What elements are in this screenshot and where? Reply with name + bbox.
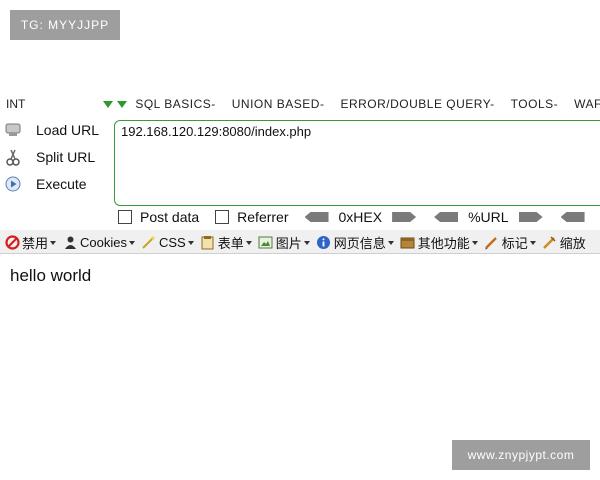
post-data-label: Post data (140, 209, 200, 225)
hackbar-options-row: Post data Referrer 0xHEX %URL (118, 206, 600, 228)
next-decode-arrow-icon[interactable] (560, 212, 585, 222)
split-url-icon (4, 148, 22, 166)
menu-int-label[interactable]: INT (6, 97, 25, 110)
green-arrows-icon[interactable] (103, 100, 128, 108)
toolbar-resize-label: 缩放 (559, 236, 586, 251)
referrer-label: Referrer (237, 209, 289, 225)
misc-icon (400, 235, 416, 251)
hex-decode-arrow-icon[interactable] (304, 212, 329, 222)
toolbar-resize-button[interactable]: 缩放 (542, 233, 586, 252)
toolbar-misc-label: 其他功能 (417, 236, 470, 251)
toolbar-cookies-button[interactable]: Cookies (62, 235, 135, 251)
menu-waf[interactable]: WAF (574, 97, 600, 110)
disable-icon (4, 235, 20, 251)
menu-tools[interactable]: TOOLS- (511, 97, 558, 110)
load-url-button[interactable]: Load URL (4, 119, 99, 141)
toolbar-info-label: 网页信息 (333, 236, 386, 251)
toolbar-css-button[interactable]: CSS (141, 235, 194, 251)
load-url-label: Load URL (36, 122, 100, 138)
resize-icon (542, 235, 558, 251)
menu-error-double-query[interactable]: ERROR/DOUBLE QUERY- (340, 97, 494, 110)
toolbar-cookies-label: Cookies (80, 235, 127, 250)
forms-icon (200, 235, 216, 251)
web-developer-toolbar: 禁用 Cookies CSS 表单 图片 网页信息 其他功能 标记 缩放 (0, 230, 600, 254)
toolbar-misc-button[interactable]: 其他功能 (400, 233, 478, 252)
referrer-option[interactable]: Referrer (215, 209, 289, 225)
toolbar-info-button[interactable]: 网页信息 (316, 233, 394, 252)
toolbar-disable-button[interactable]: 禁用 (4, 233, 57, 252)
toolbar-css-label: CSS (158, 235, 186, 250)
url-decode-arrow-icon[interactable] (434, 212, 459, 222)
hex-encode-arrow-icon[interactable] (392, 212, 417, 222)
toolbar-images-button[interactable]: 图片 (258, 233, 310, 252)
post-data-option[interactable]: Post data (118, 209, 199, 225)
watermark-bottom: www.znypjypt.com (452, 440, 590, 470)
cookies-icon (62, 235, 78, 251)
info-icon (316, 235, 332, 251)
hackbar-menu-strip: INT SQL BASICS- UNION BASED- ERROR/DOUBL… (0, 96, 600, 110)
execute-button[interactable]: Execute (4, 173, 87, 195)
url-encode-arrow-icon[interactable] (518, 212, 543, 222)
toolbar-disable-label: 禁用 (22, 236, 49, 251)
url-textarea[interactable]: 192.168.120.129:8080/index.php (114, 120, 600, 206)
referrer-checkbox[interactable] (215, 210, 230, 224)
url-encoder: %URL (434, 209, 543, 225)
next-encoder (560, 212, 585, 222)
execute-label: Execute (36, 176, 87, 192)
outline-icon (484, 235, 500, 251)
toolbar-images-label: 图片 (275, 236, 302, 251)
watermark-top: TG: MYYJJPP (10, 10, 120, 40)
split-url-button[interactable]: Split URL (4, 146, 95, 168)
url-encode-label: %URL (468, 209, 509, 225)
menu-union-based[interactable]: UNION BASED- (232, 97, 325, 110)
css-icon (141, 235, 157, 251)
hex-label: 0xHEX (338, 209, 383, 225)
execute-icon (4, 175, 22, 193)
toolbar-forms-label: 表单 (217, 236, 244, 251)
post-data-checkbox[interactable] (118, 210, 132, 224)
toolbar-outline-button[interactable]: 标记 (484, 233, 536, 252)
menu-sql-basics[interactable]: SQL BASICS- (135, 97, 215, 110)
split-url-label: Split URL (36, 149, 96, 165)
toolbar-forms-button[interactable]: 表单 (200, 233, 252, 252)
load-url-icon (4, 121, 22, 139)
hackbar-panel: Load URL Split URL Execute 192.168.120.1… (0, 110, 600, 230)
toolbar-outline-label: 标记 (501, 236, 528, 251)
page-content-text: hello world (10, 266, 92, 285)
images-icon (258, 235, 274, 251)
hex-encoder: 0xHEX (304, 209, 417, 225)
